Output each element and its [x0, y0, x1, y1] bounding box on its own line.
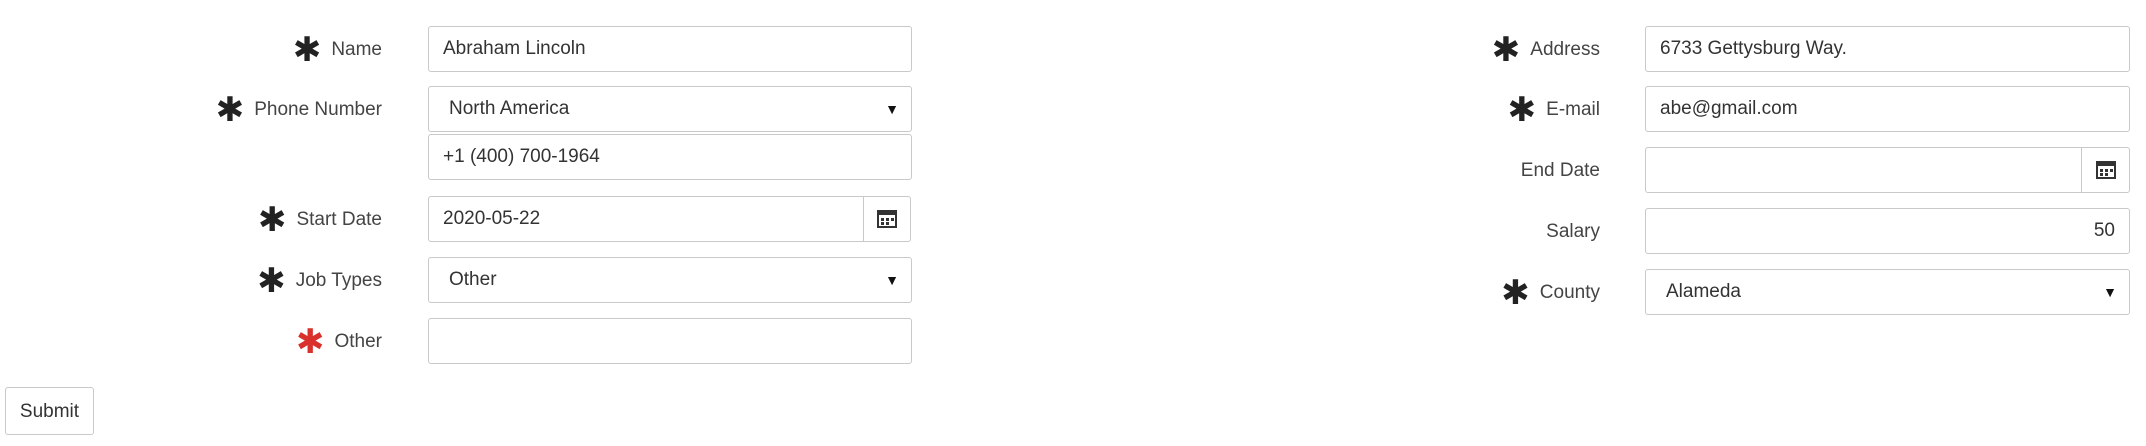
calendar-icon	[2095, 161, 2116, 179]
salary-input[interactable]: 50	[1645, 208, 2130, 254]
county-value: Alameda	[1666, 281, 1741, 302]
submit-button[interactable]: Submit	[5, 387, 94, 435]
end-date-row: End Date	[0, 147, 2130, 195]
required-error-icon: ✱	[295, 322, 325, 362]
required-icon: ✱	[1507, 90, 1537, 130]
end-date-picker-button[interactable]	[2081, 147, 2130, 193]
other-label: ✱ Other	[180, 318, 382, 366]
end-date-input[interactable]	[1645, 147, 2082, 193]
county-label: ✱ County	[1400, 269, 1600, 317]
email-label: ✱ E-mail	[1400, 86, 1600, 134]
required-icon: ✱	[1491, 30, 1521, 70]
email-input[interactable]: abe@gmail.com	[1645, 86, 2130, 132]
address-row: ✱ Address 6733 Gettysburg Way.	[0, 26, 2130, 74]
address-label: ✱ Address	[1400, 26, 1600, 74]
county-select[interactable]: Alameda ▼	[1645, 269, 2130, 315]
salary-label: Salary	[1546, 221, 1600, 242]
county-row: ✱ County Alameda ▼	[0, 269, 2130, 317]
salary-row: Salary 50	[0, 208, 2130, 256]
address-input[interactable]: 6733 Gettysburg Way.	[1645, 26, 2130, 72]
end-date-label: End Date	[1520, 160, 1600, 181]
other-row: ✱ Other	[0, 318, 912, 366]
required-icon: ✱	[1501, 273, 1530, 313]
caret-down-icon: ▼	[2103, 284, 2117, 300]
other-input[interactable]	[428, 318, 912, 364]
email-row: ✱ E-mail abe@gmail.com	[0, 86, 2130, 134]
